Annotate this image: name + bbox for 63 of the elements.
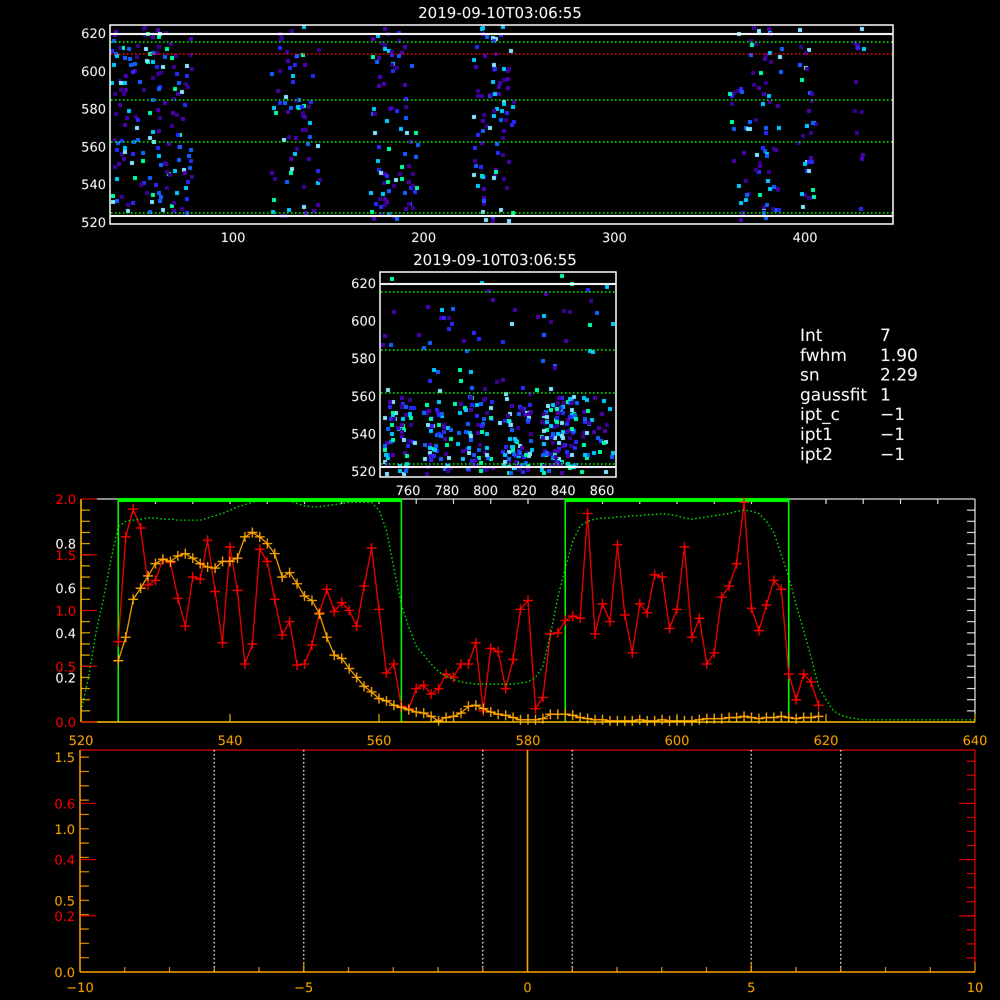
fit-parameter-label: ipt1 <box>800 425 833 445</box>
axis-tick-label: 0.4 <box>54 854 75 869</box>
fit-parameter-label: gaussfit <box>800 385 868 406</box>
axis-tick-label: 10 <box>966 981 984 996</box>
axis-tick-label: 560 <box>351 390 376 405</box>
axis-tick-label: 1.5 <box>55 548 76 564</box>
fit-parameter-value: 7 <box>880 326 891 346</box>
axis-tick-label: 560 <box>81 140 106 156</box>
axis-tick-label: 840 <box>550 484 576 499</box>
axis-tick-label: 0.6 <box>54 797 75 812</box>
plot-title: 2019-09-10T03:06:55 <box>413 251 577 269</box>
axis-tick-label: 200 <box>411 231 436 246</box>
axis-tick-label: 520 <box>68 734 94 749</box>
axis-tick-label: 860 <box>590 484 614 499</box>
axis-tick-label: 620 <box>81 27 106 42</box>
fit-parameter-label: ipt_c <box>800 405 840 426</box>
axis-tick-label: 520 <box>81 216 106 231</box>
axis-tick-label: 100 <box>220 231 246 246</box>
axis-tick-label: 520 <box>351 465 376 480</box>
axis-tick-label: 620 <box>351 277 376 292</box>
axis-tick-label: 600 <box>351 314 376 330</box>
axis-tick-label: 560 <box>366 734 392 749</box>
axis-tick-label: 600 <box>81 64 106 80</box>
axis-tick-label: 2.0 <box>55 493 76 508</box>
fit-parameter-label: sn <box>800 366 820 386</box>
axis-tick-label: 580 <box>81 102 106 118</box>
axis-tick-label: 0.2 <box>54 910 75 925</box>
axis-tick-label: 620 <box>814 734 838 749</box>
axis-tick-label: 580 <box>516 734 540 749</box>
axis-tick-label: 640 <box>962 734 988 749</box>
axis-tick-label: 0.0 <box>54 966 75 981</box>
fit-parameter-value: 1.90 <box>880 346 918 366</box>
fit-parameter-value: −1 <box>880 444 906 465</box>
axis-tick-label: 5 <box>747 981 756 996</box>
axis-tick-label: 0.0 <box>55 716 76 731</box>
axis-tick-label: 820 <box>512 484 537 499</box>
plot-title: 2019-09-10T03:06:55 <box>418 4 582 22</box>
fit-parameter-value: 2.29 <box>880 366 918 386</box>
axis-tick-label: −10 <box>66 981 94 996</box>
fit-parameter-label: Int <box>800 326 822 346</box>
axis-tick-label: 1.0 <box>54 822 75 838</box>
fit-parameter-label: fwhm <box>800 346 847 366</box>
axis-tick-label: 600 <box>664 734 690 749</box>
fit-parameter-value: −1 <box>880 425 906 445</box>
axis-tick-label: 780 <box>434 484 460 499</box>
axis-tick-label: 760 <box>396 484 420 499</box>
axis-tick-label: 800 <box>473 484 498 499</box>
axis-tick-label: 1.0 <box>55 604 76 620</box>
axis-tick-label: 0.6 <box>55 582 76 598</box>
axis-tick-label: −5 <box>294 981 314 996</box>
fit-parameter-value: −1 <box>880 405 906 426</box>
fit-parameter-value: 1 <box>880 385 891 406</box>
axis-tick-label: 0.5 <box>54 894 75 910</box>
fit-parameter-label: ipt2 <box>800 444 833 465</box>
axis-tick-label: 1.5 <box>54 751 75 766</box>
axis-tick-label: 0.4 <box>55 626 76 642</box>
axis-tick-label: 400 <box>792 231 818 246</box>
axis-tick-label: 580 <box>351 352 376 368</box>
axis-tick-label: 540 <box>351 427 376 442</box>
axis-tick-label: 0 <box>523 981 532 996</box>
axis-tick-label: 300 <box>602 231 627 246</box>
axis-tick-label: 540 <box>81 178 106 194</box>
axis-tick-label: 540 <box>218 734 242 749</box>
